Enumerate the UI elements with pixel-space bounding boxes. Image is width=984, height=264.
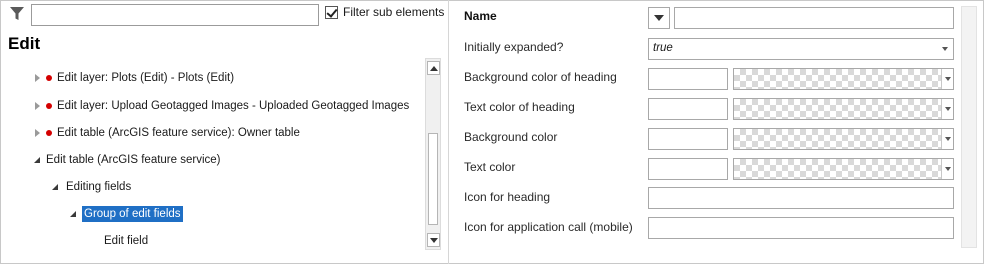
chevron-down-icon: [654, 15, 664, 21]
icon-app-call-label: Icon for application call (mobile): [464, 220, 633, 234]
filter-sub-elements-checkbox[interactable]: [325, 5, 338, 19]
text-color-label: Text color: [464, 160, 516, 174]
text-color-heading-input[interactable]: [648, 98, 728, 120]
bg-color-input[interactable]: [648, 128, 728, 150]
error-dot-icon: [46, 130, 52, 136]
bg-color-heading-label: Background color of heading: [464, 70, 617, 84]
scroll-up-button[interactable]: [427, 61, 440, 75]
chevron-down-icon: [944, 77, 951, 81]
tree-item[interactable]: Editing fields: [50, 176, 131, 198]
properties-panel: Name Initially expanded? true Background…: [449, 0, 984, 264]
name-input[interactable]: [674, 7, 954, 29]
bg-color-heading-dropdown[interactable]: [941, 69, 953, 89]
name-label: Name: [464, 9, 497, 23]
chevron-down-icon: [942, 47, 948, 51]
chevron-down-icon: [944, 167, 951, 171]
tree-item-selected[interactable]: Group of edit fields: [68, 203, 183, 225]
tree-scrollbar[interactable]: [425, 58, 441, 250]
tree-item-label: Edit table (ArcGIS feature service): [46, 154, 221, 166]
collapsed-triangle-icon[interactable]: [32, 128, 42, 138]
scroll-thumb[interactable]: [428, 133, 438, 225]
text-color-dropdown[interactable]: [941, 159, 953, 179]
bg-color-picker[interactable]: [733, 128, 954, 150]
tree-view: Edit layer: Plots (Edit) - Plots (Edit) …: [0, 64, 425, 254]
expanded-triangle-icon[interactable]: [68, 209, 78, 219]
tree-item[interactable]: Edit table (ArcGIS feature service): [32, 149, 220, 171]
text-color-heading-label: Text color of heading: [464, 100, 575, 114]
text-color-heading-dropdown[interactable]: [941, 99, 953, 119]
chevron-down-icon: [944, 137, 951, 141]
text-color-input[interactable]: [648, 158, 728, 180]
tree-item-label: Group of edit fields: [82, 206, 183, 222]
properties-scrollbar[interactable]: [961, 6, 977, 248]
arrow-down-icon: [429, 237, 438, 243]
text-color-heading-picker[interactable]: [733, 98, 954, 120]
filter-input[interactable]: [31, 4, 319, 26]
tree-item[interactable]: Edit layer: Upload Geotagged Images - Up…: [32, 95, 409, 117]
filter-sub-elements[interactable]: Filter sub elements: [325, 5, 444, 19]
error-dot-icon: [46, 103, 52, 109]
chevron-down-icon: [944, 107, 951, 111]
bg-color-heading-picker[interactable]: [733, 68, 954, 90]
initially-expanded-value: true: [653, 42, 673, 54]
expanded-triangle-icon[interactable]: [32, 155, 42, 165]
tree-item-label: Edit layer: Plots (Edit) - Plots (Edit): [57, 72, 235, 84]
initially-expanded-select[interactable]: true: [648, 38, 954, 60]
tree-item-label: Edit layer: Upload Geotagged Images - Up…: [57, 100, 410, 112]
tree-item[interactable]: Edit layer: Plots (Edit) - Plots (Edit): [32, 67, 234, 89]
collapsed-triangle-icon[interactable]: [32, 101, 42, 111]
initially-expanded-label: Initially expanded?: [464, 40, 564, 54]
tree-item[interactable]: Edit table (ArcGIS feature service): Own…: [32, 122, 300, 144]
tree-item-label: Edit table (ArcGIS feature service): Own…: [57, 127, 300, 139]
tree-item-label: Editing fields: [66, 181, 132, 193]
expanded-triangle-icon[interactable]: [50, 182, 60, 192]
arrow-up-icon: [429, 65, 438, 71]
bg-color-dropdown[interactable]: [941, 129, 953, 149]
name-dropdown-button[interactable]: [648, 7, 670, 29]
scroll-down-button[interactable]: [427, 233, 440, 247]
bg-color-heading-input[interactable]: [648, 68, 728, 90]
collapsed-triangle-icon[interactable]: [32, 73, 42, 83]
filter-icon[interactable]: [9, 6, 25, 22]
left-panel: Filter sub elements Edit Edit layer: Plo…: [0, 0, 449, 264]
text-color-picker[interactable]: [733, 158, 954, 180]
section-title: Edit: [8, 34, 41, 53]
tree-item[interactable]: Edit field: [104, 230, 148, 252]
filter-sub-elements-label: Filter sub elements: [343, 5, 445, 19]
error-dot-icon: [46, 75, 52, 81]
tree-item-label: Edit field: [104, 235, 149, 247]
icon-heading-input[interactable]: [648, 187, 954, 209]
icon-heading-label: Icon for heading: [464, 190, 551, 204]
bg-color-label: Background color: [464, 130, 558, 144]
icon-app-call-input[interactable]: [648, 217, 954, 239]
